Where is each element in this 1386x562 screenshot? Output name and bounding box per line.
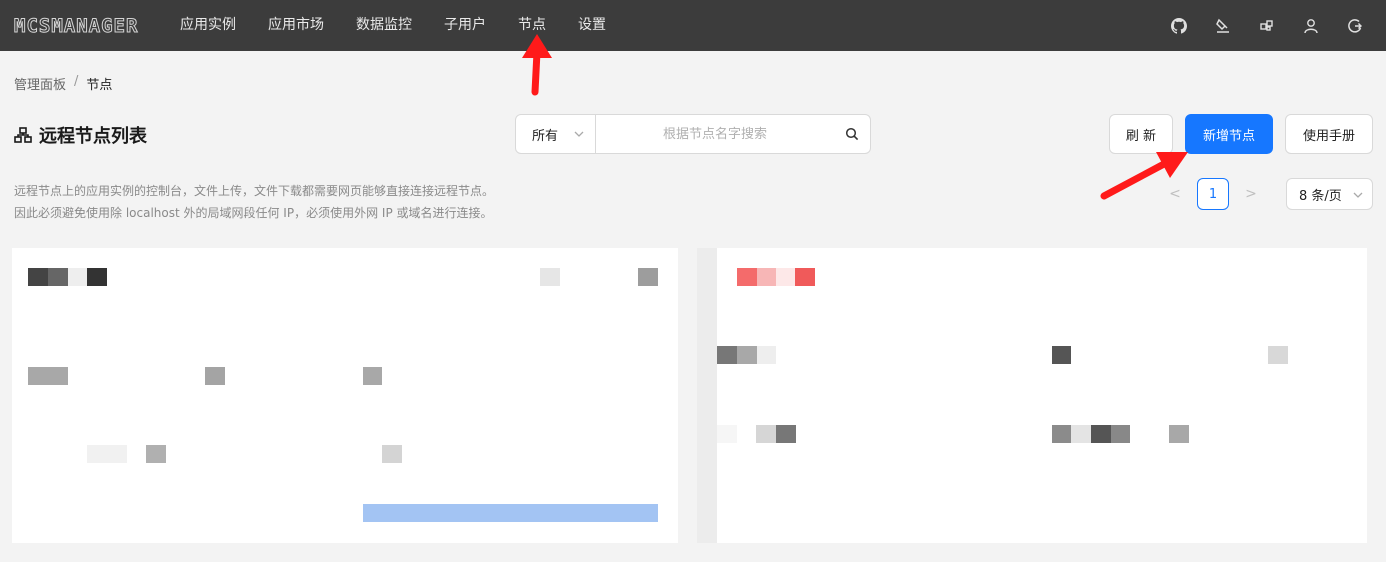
notice-text: 远程节点上的应用实例的控制台，文件上传，文件下载都需要网页能够直接连接远程节点。…: [14, 180, 494, 224]
obscured-block: [757, 268, 776, 286]
prev-page-button[interactable]: <: [1165, 178, 1185, 210]
card-edge-strip: [697, 248, 717, 543]
search-icon: [845, 127, 859, 141]
obscured-block: [87, 445, 127, 463]
add-node-button[interactable]: 新增节点: [1185, 114, 1273, 154]
chevron-down-icon: [574, 131, 584, 137]
nav-item-market[interactable]: 应用市场: [268, 0, 324, 51]
page-title: 远程节点列表: [14, 122, 147, 148]
nav-item-monitor[interactable]: 数据监控: [356, 0, 412, 51]
manual-button[interactable]: 使用手册: [1285, 114, 1373, 154]
pagination: < 1 >: [1165, 178, 1261, 210]
filter-select-value: 所有: [532, 128, 559, 144]
obscured-block: [1111, 425, 1130, 443]
notice-line-2: 因此必须避免使用除 localhost 外的局域网段任何 IP，必须使用外网 I…: [14, 206, 493, 220]
filter-select[interactable]: 所有: [516, 115, 596, 153]
obscured-block: [87, 268, 107, 286]
obscured-block: [205, 367, 225, 385]
search-group: 所有: [515, 114, 871, 154]
page-number-current[interactable]: 1: [1197, 178, 1229, 210]
page-size-value: 8 条/页: [1299, 188, 1342, 204]
obscured-block: [717, 425, 737, 443]
progress-bar-fill: [363, 504, 658, 522]
obscured-block: [48, 268, 68, 286]
refresh-button[interactable]: 刷 新: [1109, 114, 1173, 154]
theme-icon[interactable]: [1214, 17, 1232, 35]
obscured-block: [638, 268, 658, 286]
obscured-block: [1052, 425, 1071, 443]
breadcrumb: 管理面板 / 节点: [14, 74, 112, 93]
obscured-block: [776, 425, 796, 443]
breadcrumb-root[interactable]: 管理面板: [14, 74, 66, 93]
obscured-block: [68, 268, 87, 286]
nav-item-users[interactable]: 子用户: [444, 0, 486, 51]
obscured-block: [363, 367, 382, 385]
obscured-block: [737, 268, 757, 286]
github-icon[interactable]: [1170, 17, 1188, 35]
obscured-block: [795, 268, 815, 286]
obscured-block: [146, 445, 166, 463]
obscured-block: [28, 367, 68, 385]
obscured-block: [540, 268, 560, 286]
nav-item-settings[interactable]: 设置: [578, 0, 606, 51]
breadcrumb-current: 节点: [86, 78, 113, 93]
main-nav: 应用实例 应用市场 数据监控 子用户 节点 设置: [180, 0, 638, 51]
cluster-icon: [14, 127, 32, 143]
obscured-block: [382, 445, 402, 463]
user-icon[interactable]: [1302, 17, 1320, 35]
obscured-block: [776, 268, 795, 286]
node-card[interactable]: [12, 248, 678, 543]
obscured-block: [1052, 346, 1071, 364]
next-page-button[interactable]: >: [1241, 178, 1261, 210]
nav-item-instances[interactable]: 应用实例: [180, 0, 236, 51]
top-icon-group: [1144, 0, 1364, 51]
logout-icon[interactable]: [1346, 17, 1364, 35]
obscured-block: [1169, 425, 1189, 443]
chevron-down-icon: [1353, 192, 1363, 198]
nav-item-nodes[interactable]: 节点: [518, 0, 546, 51]
node-card[interactable]: [697, 248, 1367, 543]
obscured-block: [737, 346, 757, 364]
search-input[interactable]: [596, 115, 834, 153]
obscured-block: [717, 346, 737, 364]
obscured-block: [1268, 346, 1288, 364]
obscured-block: [1071, 425, 1091, 443]
app-logo[interactable]: MCSMANAGER: [14, 15, 154, 36]
page-size-select[interactable]: 8 条/页: [1286, 178, 1373, 210]
breadcrumb-separator: /: [74, 74, 79, 89]
obscured-block: [756, 425, 776, 443]
obscured-block: [1091, 425, 1111, 443]
search-button[interactable]: [834, 115, 870, 153]
obscured-block: [28, 268, 48, 286]
obscured-block: [757, 346, 776, 364]
extension-icon[interactable]: [1258, 17, 1276, 35]
top-navbar: MCSMANAGER 应用实例 应用市场 数据监控 子用户 节点 设置: [0, 0, 1386, 51]
notice-line-1: 远程节点上的应用实例的控制台，文件上传，文件下载都需要网页能够直接连接远程节点。: [14, 184, 495, 198]
page-title-text: 远程节点列表: [39, 126, 147, 147]
